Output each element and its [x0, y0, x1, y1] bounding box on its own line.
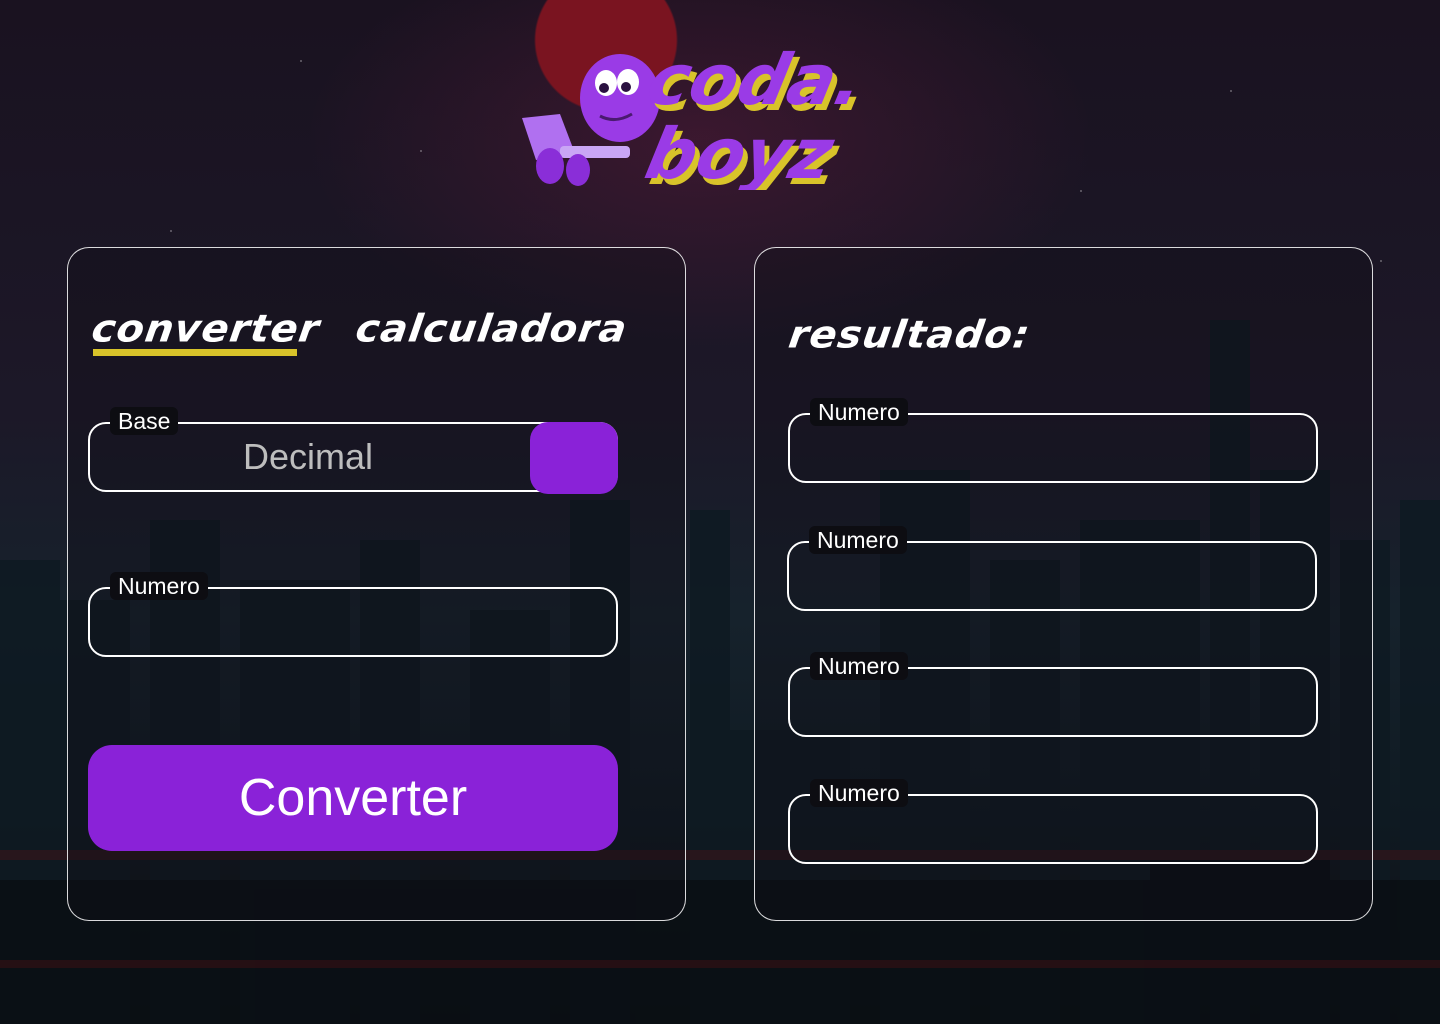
- mascot-icon: [522, 54, 660, 186]
- result-label: Numero: [809, 526, 907, 554]
- brand-line1: coda.: [640, 39, 871, 121]
- base-select[interactable]: Base Decimal: [88, 407, 618, 494]
- converter-button[interactable]: Converter: [88, 745, 618, 851]
- number-input[interactable]: [106, 603, 600, 645]
- number-field: Numero: [88, 572, 618, 657]
- result-field: Numero: [788, 779, 1318, 864]
- result-field: Numero: [787, 526, 1317, 611]
- result-field: Numero: [788, 398, 1318, 483]
- result-output[interactable]: [805, 557, 1299, 599]
- result-output[interactable]: [806, 429, 1300, 471]
- result-output[interactable]: [806, 810, 1300, 852]
- result-label: Numero: [810, 779, 908, 807]
- brand-line2: boyz: [639, 113, 842, 190]
- coda-boyz-logo: coda. coda. boyz boyz: [522, 39, 876, 190]
- converter-panel: converter calculadora Base Decimal Numer…: [67, 247, 686, 921]
- active-tab-indicator: [93, 349, 297, 356]
- tab-calculadora[interactable]: calculadora: [353, 307, 630, 351]
- result-title: resultado:: [785, 313, 1034, 357]
- base-dropdown-button[interactable]: [530, 422, 618, 494]
- result-label: Numero: [810, 398, 908, 426]
- result-label: Numero: [810, 652, 908, 680]
- base-value: Decimal: [242, 436, 374, 477]
- result-output[interactable]: [806, 683, 1300, 725]
- result-panel: resultado: Numero Numero Numero Numero: [754, 247, 1373, 921]
- number-label: Numero: [110, 572, 208, 600]
- result-field: Numero: [788, 652, 1318, 737]
- tab-converter[interactable]: converter: [89, 307, 323, 351]
